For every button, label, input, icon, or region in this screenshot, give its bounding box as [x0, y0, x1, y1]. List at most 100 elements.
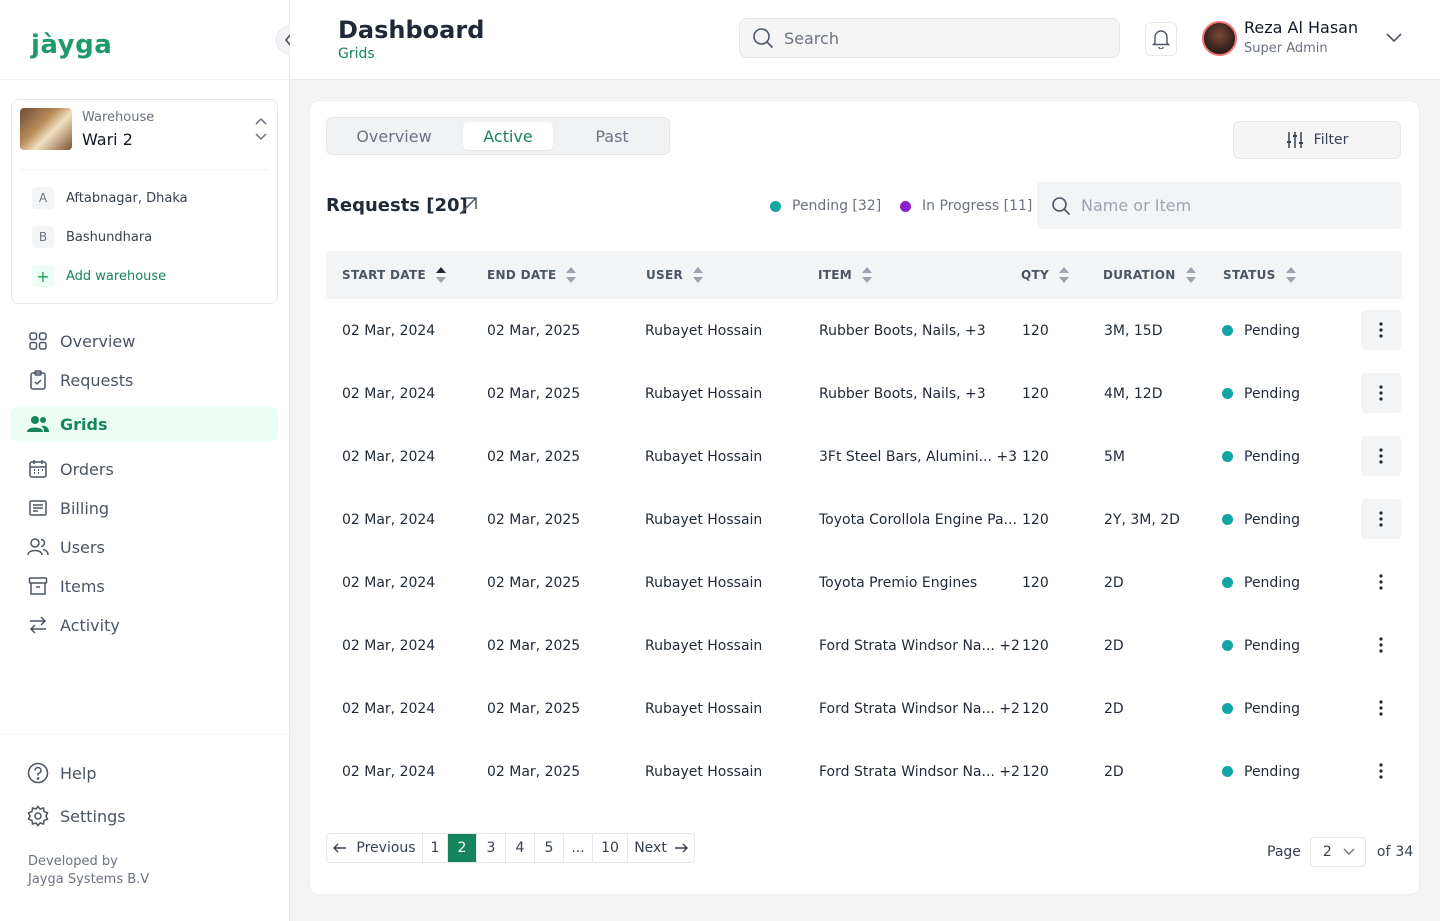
- previous-page-button[interactable]: Previous: [327, 834, 423, 862]
- warehouse-option-a[interactable]: A Aftabnagar, Dhaka: [32, 186, 188, 210]
- add-warehouse-button[interactable]: + Add warehouse: [32, 264, 166, 288]
- row-actions-button[interactable]: [1361, 310, 1401, 350]
- row-actions-button[interactable]: [1361, 688, 1401, 728]
- sidebar-item-requests[interactable]: Requests: [11, 363, 278, 397]
- sort-icon: [1185, 266, 1196, 284]
- receipt-icon: [27, 497, 49, 519]
- legend-in-progress-label: In Progress [11]: [922, 198, 1033, 214]
- page-button-2[interactable]: 2: [448, 834, 477, 862]
- cell-item: Rubber Boots, Nails, +3: [819, 385, 986, 402]
- warehouse-option-b[interactable]: B Bashundhara: [32, 225, 152, 249]
- row-actions-button[interactable]: [1361, 625, 1401, 665]
- cell-end-date: 02 Mar, 2025: [487, 385, 581, 402]
- header-duration[interactable]: DURATION: [1103, 251, 1196, 299]
- sidebar-divider: [0, 734, 290, 735]
- cell-user: Rubayet Hossain: [645, 700, 763, 717]
- cell-start-date: 02 Mar, 2024: [342, 700, 436, 717]
- more-vertical-icon: [1379, 511, 1383, 527]
- sidebar-item-items[interactable]: Items: [11, 569, 278, 603]
- legend-in-progress: In Progress [11]: [900, 198, 1032, 214]
- warehouse-switcher[interactable]: Warehouse Wari 2: [20, 108, 270, 170]
- header-start-date[interactable]: START DATE: [342, 251, 446, 299]
- cell-duration: 2D: [1104, 574, 1124, 591]
- header-user[interactable]: USER: [646, 251, 704, 299]
- global-search[interactable]: [739, 18, 1120, 58]
- sidebar-item-label: Requests: [60, 370, 134, 390]
- main-panel: Overview Active Past Filter Requests [20…: [309, 100, 1420, 895]
- cell-duration: 2D: [1104, 763, 1124, 780]
- requests-title: Requests [20]: [326, 195, 468, 216]
- table-row[interactable]: 02 Mar, 2024 02 Mar, 2025 Rubayet Hossain F…: [326, 614, 1402, 677]
- cell-start-date: 02 Mar, 2024: [342, 322, 436, 339]
- page-button-3[interactable]: 3: [477, 834, 506, 862]
- sidebar-item-help[interactable]: Help: [11, 756, 278, 790]
- warehouse-badge: B: [32, 226, 54, 248]
- tab-past[interactable]: Past: [571, 122, 653, 150]
- calendar-icon: [27, 458, 49, 480]
- cell-item: Ford Strata Windsor Na... +2: [819, 700, 1020, 717]
- sidebar-item-billing[interactable]: Billing: [11, 491, 278, 525]
- header-label: END DATE: [487, 268, 557, 282]
- cell-end-date: 02 Mar, 2025: [487, 511, 581, 528]
- next-page-button[interactable]: Next: [628, 834, 694, 862]
- requests-search[interactable]: [1037, 182, 1401, 229]
- sidebar-item-activity[interactable]: Activity: [11, 608, 278, 642]
- filter-button[interactable]: Filter: [1233, 121, 1401, 159]
- sidebar-item-settings[interactable]: Settings: [11, 799, 278, 833]
- sidebar-item-label: Overview: [60, 331, 136, 351]
- sidebar-item-label: Grids: [60, 414, 108, 434]
- pending-dot-icon: [770, 200, 781, 212]
- page-ellipsis: ...: [564, 834, 593, 862]
- sidebar-item-overview[interactable]: Overview: [11, 324, 278, 358]
- tab-overview[interactable]: Overview: [343, 122, 445, 150]
- arrows-swap-icon: [27, 614, 49, 636]
- cell-user: Rubayet Hossain: [645, 385, 763, 402]
- row-actions-button[interactable]: [1361, 499, 1401, 539]
- row-actions-button[interactable]: [1361, 562, 1401, 602]
- status-dot-icon: [1222, 388, 1233, 399]
- sidebar-item-grids[interactable]: Grids: [11, 407, 278, 441]
- row-actions-button[interactable]: [1361, 751, 1401, 791]
- cell-qty: 120: [1022, 385, 1049, 402]
- page-select[interactable]: 2: [1309, 837, 1366, 867]
- page-button-4[interactable]: 4: [506, 834, 535, 862]
- row-actions-button[interactable]: [1361, 373, 1401, 413]
- page-button-1[interactable]: 1: [423, 834, 448, 862]
- open-requests-link[interactable]: [458, 196, 478, 220]
- sort-icon: [1285, 266, 1296, 284]
- header-qty[interactable]: QTY: [1021, 251, 1069, 299]
- table-row[interactable]: 02 Mar, 2024 02 Mar, 2025 Rubayet Hossain T…: [326, 488, 1402, 551]
- page-title: Dashboard: [338, 16, 485, 44]
- table-row[interactable]: 02 Mar, 2024 02 Mar, 2025 Rubayet Hossain R…: [326, 299, 1402, 362]
- header-label: DURATION: [1103, 268, 1176, 282]
- cell-start-date: 02 Mar, 2024: [342, 637, 436, 654]
- user-menu-toggle[interactable]: [1384, 28, 1404, 52]
- tab-active[interactable]: Active: [463, 122, 553, 150]
- avatar[interactable]: [1202, 21, 1237, 56]
- view-tabs: Overview Active Past: [326, 117, 670, 155]
- requests-search-input[interactable]: [1081, 196, 1381, 215]
- search-input[interactable]: [784, 28, 1084, 48]
- cell-end-date: 02 Mar, 2025: [487, 322, 581, 339]
- table-row[interactable]: 02 Mar, 2024 02 Mar, 2025 Rubayet Hossain T…: [326, 551, 1402, 614]
- cell-item: 3Ft Steel Bars, Alumini... +3: [819, 448, 1018, 465]
- page-button-5[interactable]: 5: [535, 834, 564, 862]
- table-row[interactable]: 02 Mar, 2024 02 Mar, 2025 Rubayet Hossain F…: [326, 677, 1402, 740]
- header-status[interactable]: STATUS: [1223, 251, 1296, 299]
- sidebar-item-users[interactable]: Users: [11, 530, 278, 564]
- cell-qty: 120: [1022, 700, 1049, 717]
- header-end-date[interactable]: END DATE: [487, 251, 577, 299]
- app-logo[interactable]: jàyga: [31, 30, 112, 60]
- table-row[interactable]: 02 Mar, 2024 02 Mar, 2025 Rubayet Hossain R…: [326, 362, 1402, 425]
- more-vertical-icon: [1379, 574, 1383, 590]
- table-row[interactable]: 02 Mar, 2024 02 Mar, 2025 Rubayet Hossain 3…: [326, 425, 1402, 488]
- row-actions-button[interactable]: [1361, 436, 1401, 476]
- users-group-icon: [27, 413, 49, 435]
- notifications-button[interactable]: [1145, 22, 1177, 56]
- sidebar-item-orders[interactable]: Orders: [11, 452, 278, 486]
- table-row[interactable]: 02 Mar, 2024 02 Mar, 2025 Rubayet Hossain F…: [326, 740, 1402, 803]
- header-item[interactable]: ITEM: [818, 251, 872, 299]
- bell-icon: [1152, 30, 1170, 49]
- page-breadcrumb[interactable]: Grids: [338, 46, 375, 62]
- page-button-10[interactable]: 10: [593, 834, 628, 862]
